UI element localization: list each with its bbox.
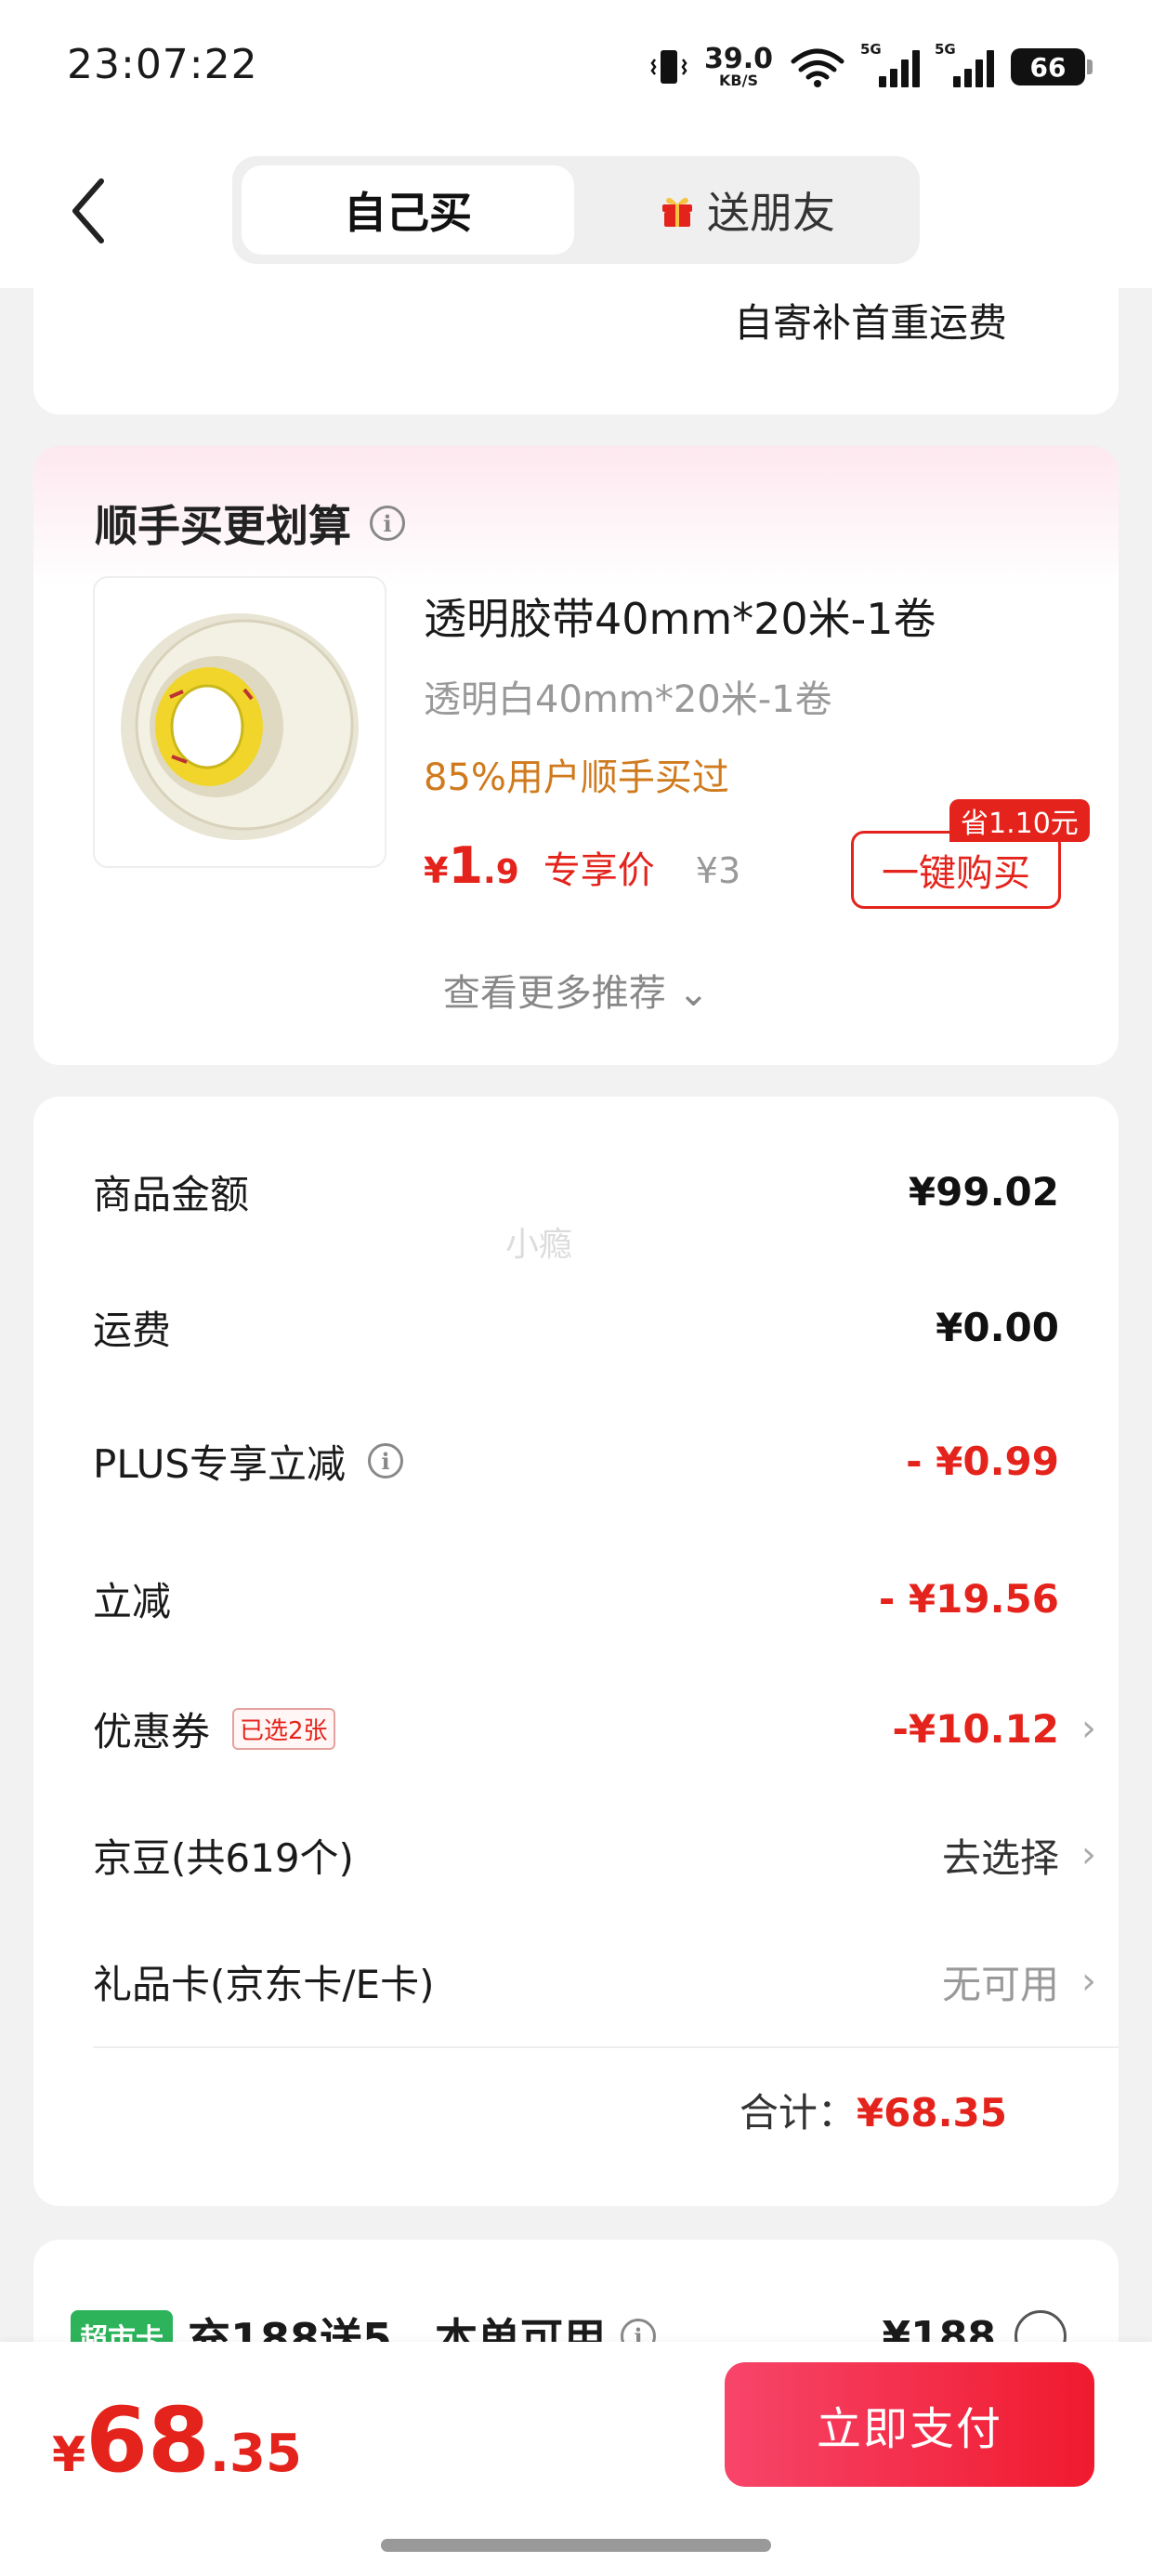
one-click-buy-button[interactable]: 一键购买 bbox=[851, 831, 1061, 909]
row-value: ¥99.02 bbox=[908, 1168, 1059, 1215]
tab-buy-for-self[interactable]: 自己买 bbox=[242, 165, 574, 255]
row-label: 商品金额 bbox=[93, 1171, 250, 1217]
chevron-right-icon: › bbox=[1081, 1833, 1096, 1876]
row-value: 无可用 bbox=[941, 1961, 1059, 2007]
signal-5g-icon-1: 5G bbox=[860, 41, 920, 87]
recommend-title: 顺手买更划算 i bbox=[95, 493, 405, 554]
checkout-bar: ¥ 68 .35 立即支付 bbox=[0, 2342, 1152, 2576]
row-goods-amount: 商品金额 ¥99.02 bbox=[93, 1154, 1059, 1229]
back-arrow-icon bbox=[72, 178, 104, 243]
row-label: 优惠券 bbox=[93, 1708, 211, 1755]
row-gift-card[interactable]: 礼品卡(京东卡/E卡) 无可用 › bbox=[93, 1944, 1096, 2018]
pay-now-button[interactable]: 立即支付 bbox=[725, 2362, 1094, 2487]
product-thumbnail[interactable] bbox=[93, 576, 386, 868]
product-spec: 透明白40mm*20米-1卷 bbox=[424, 678, 832, 721]
gift-icon bbox=[662, 197, 692, 227]
net-speed-unit: KB/S bbox=[719, 72, 758, 89]
social-proof: 85%用户顺手买过 bbox=[424, 756, 729, 799]
total-value: ¥68.35 bbox=[856, 2090, 1007, 2136]
row-instant-discount: 立减 - ¥19.56 bbox=[93, 1561, 1059, 1636]
back-button[interactable] bbox=[56, 169, 121, 253]
divider bbox=[93, 2046, 1119, 2048]
recommend-title-text: 顺手买更划算 bbox=[95, 501, 351, 551]
row-label: PLUS专享立减 bbox=[93, 1440, 347, 1487]
tab-gift-to-friend[interactable]: 送朋友 bbox=[583, 165, 910, 255]
recommend-card: 顺手买更划算 i 透明胶带40mm*20米-1卷 透明白40mm*20米-1卷 … bbox=[33, 446, 1119, 1065]
product-name[interactable]: 透明胶带40mm*20米-1卷 bbox=[424, 585, 936, 647]
savings-badge: 省1.10元 bbox=[949, 799, 1090, 842]
row-plus-discount: PLUS专享立减 i - ¥0.99 bbox=[93, 1424, 1059, 1498]
price-decimal: .9 bbox=[483, 853, 519, 891]
info-icon[interactable]: i bbox=[368, 1443, 404, 1479]
status-bar: 23:07:22 39.0 KB/S 5G 5G 66 bbox=[0, 0, 1152, 139]
checkout-price: ¥ 68 .35 bbox=[52, 2388, 302, 2492]
coupon-selected-badge: 已选2张 bbox=[232, 1707, 335, 1750]
signal-label-1: 5G bbox=[860, 41, 882, 58]
battery-level: 66 bbox=[1029, 51, 1067, 83]
price-currency: ¥ bbox=[424, 850, 449, 891]
row-value: ¥0.00 bbox=[936, 1304, 1059, 1350]
signal-label-2: 5G bbox=[935, 41, 956, 58]
info-icon[interactable]: i bbox=[370, 506, 405, 541]
row-label: 京豆(共619个) bbox=[93, 1834, 354, 1881]
row-jingdou[interactable]: 京豆(共619个) 去选择 › bbox=[93, 1818, 1096, 1892]
total-label: 合计： bbox=[739, 2090, 857, 2136]
net-speed-value: 39.0 bbox=[703, 43, 773, 75]
tab-gift-to-friend-label: 送朋友 bbox=[707, 188, 835, 238]
original-price: ¥3 bbox=[695, 850, 741, 891]
row-value: 去选择 bbox=[941, 1834, 1059, 1881]
vibrate-icon bbox=[650, 50, 687, 84]
tab-buy-for-self-label: 自己买 bbox=[344, 188, 472, 238]
price-summary-card: 小瘾 商品金额 ¥99.02 运费 ¥0.00 PLUS专享立减 i - ¥0.… bbox=[33, 1097, 1119, 2206]
product-price: ¥ 1 .9 专享价 ¥3 bbox=[424, 836, 740, 895]
buy-mode-segmented-control: 自己买 送朋友 bbox=[232, 156, 920, 264]
price-label: 专享价 bbox=[543, 849, 655, 892]
header: 自己买 送朋友 bbox=[0, 139, 1152, 288]
row-value: -¥10.12 bbox=[892, 1705, 1059, 1752]
shipping-card: 自寄补首重运费 bbox=[33, 269, 1119, 414]
row-label: 礼品卡(京东卡/E卡) bbox=[93, 1961, 435, 2007]
net-speed: 39.0 KB/S bbox=[704, 46, 773, 88]
status-time: 23:07:22 bbox=[67, 41, 258, 88]
checkout-price-integer: 68 bbox=[85, 2388, 210, 2492]
row-shipping-fee: 运费 ¥0.00 bbox=[93, 1290, 1059, 1364]
wifi-icon bbox=[791, 48, 844, 87]
battery-icon: 66 bbox=[1011, 48, 1093, 85]
row-label: 立减 bbox=[93, 1578, 172, 1624]
order-total: 合计： ¥68.35 bbox=[740, 2082, 1007, 2138]
shipping-note: 自寄补首重运费 bbox=[733, 300, 1007, 346]
home-indicator[interactable] bbox=[381, 2539, 771, 2552]
signal-5g-icon-2: 5G bbox=[935, 41, 994, 87]
chevron-right-icon: › bbox=[1081, 1707, 1096, 1750]
row-value: - ¥0.99 bbox=[906, 1438, 1059, 1484]
status-icons: 39.0 KB/S 5G 5G 66 bbox=[650, 41, 1093, 93]
row-label: 运费 bbox=[93, 1307, 172, 1353]
chevron-right-icon: › bbox=[1081, 1960, 1096, 2003]
checkout-price-currency: ¥ bbox=[52, 2427, 86, 2483]
price-integer: 1 bbox=[448, 836, 484, 895]
more-recommendations-link[interactable]: 查看更多推荐 ⌄ bbox=[33, 963, 1119, 1017]
row-value: - ¥19.56 bbox=[878, 1575, 1059, 1622]
row-coupon[interactable]: 优惠券 已选2张 -¥10.12 › bbox=[93, 1691, 1096, 1766]
checkout-price-decimal: .35 bbox=[209, 2424, 302, 2484]
tape-roll-image bbox=[121, 613, 359, 840]
